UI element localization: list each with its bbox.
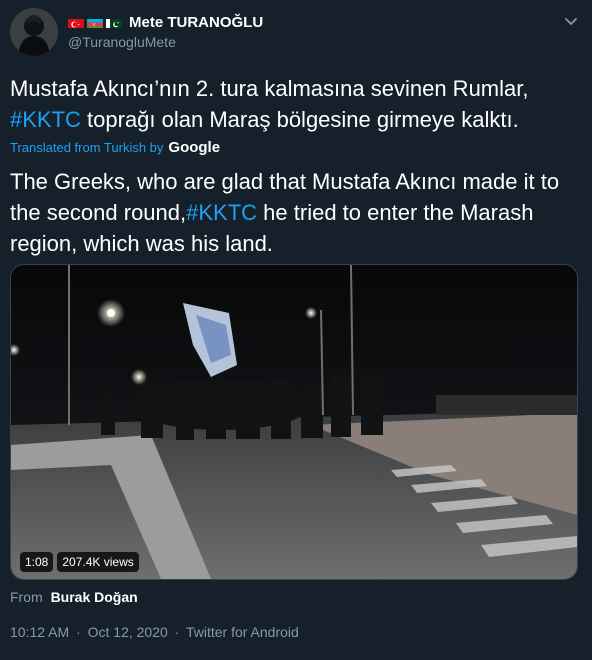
tweet-time[interactable]: 10:12 AM xyxy=(10,624,69,640)
tweet-date[interactable]: Oct 12, 2020 xyxy=(88,624,168,640)
from-label: From xyxy=(10,589,43,605)
tweet-original-text: Mustafa Akıncı’nın 2. tura kalmasına sev… xyxy=(10,73,580,135)
user-handle[interactable]: @TuranogluMete xyxy=(68,34,263,50)
video-player[interactable] xyxy=(10,264,578,580)
video-views: 207.4K views xyxy=(57,552,139,572)
tweet-meta: 10:12 AM · Oct 12, 2020 · Twitter for An… xyxy=(10,624,299,640)
hashtag-link[interactable]: #KKTC xyxy=(186,200,257,225)
translation-attribution[interactable]: Translated from Turkish by Google xyxy=(10,139,220,156)
separator: · xyxy=(76,624,81,640)
video-badges: 1:08 207.4K views xyxy=(20,552,139,572)
chevron-down-icon[interactable] xyxy=(562,12,580,30)
pakistan-flag xyxy=(106,17,122,28)
from-user-link[interactable]: Burak Doğan xyxy=(51,589,138,605)
avatar[interactable] xyxy=(10,8,58,56)
display-name[interactable]: Mete TURANOĞLU xyxy=(129,14,263,31)
google-logo: Google xyxy=(168,139,221,156)
video-duration: 1:08 xyxy=(20,552,54,572)
video-frame xyxy=(11,265,577,579)
tweet-source[interactable]: Twitter for Android xyxy=(186,624,299,640)
tweet-translation-text: The Greeks, who are glad that Mustafa Ak… xyxy=(10,166,580,259)
user-info[interactable]: Mete TURANOĞLU @TuranogluMete xyxy=(68,12,263,50)
turkey-flag xyxy=(68,17,84,28)
tweet: Mete TURANOĞLU @TuranogluMete Mustafa Ak… xyxy=(0,0,592,660)
separator: · xyxy=(174,624,180,640)
hashtag-link[interactable]: #KKTC xyxy=(10,107,81,132)
translated-label: Translated from Turkish by xyxy=(10,140,164,155)
video-source: From Burak Doğan xyxy=(10,589,138,605)
original-text-part-1: Mustafa Akıncı’nın 2. tura kalmasına sev… xyxy=(10,76,529,101)
original-text-part-2: toprağı olan Maraş bölgesine girmeye kal… xyxy=(80,107,519,132)
azerbaijan-flag xyxy=(87,17,103,28)
